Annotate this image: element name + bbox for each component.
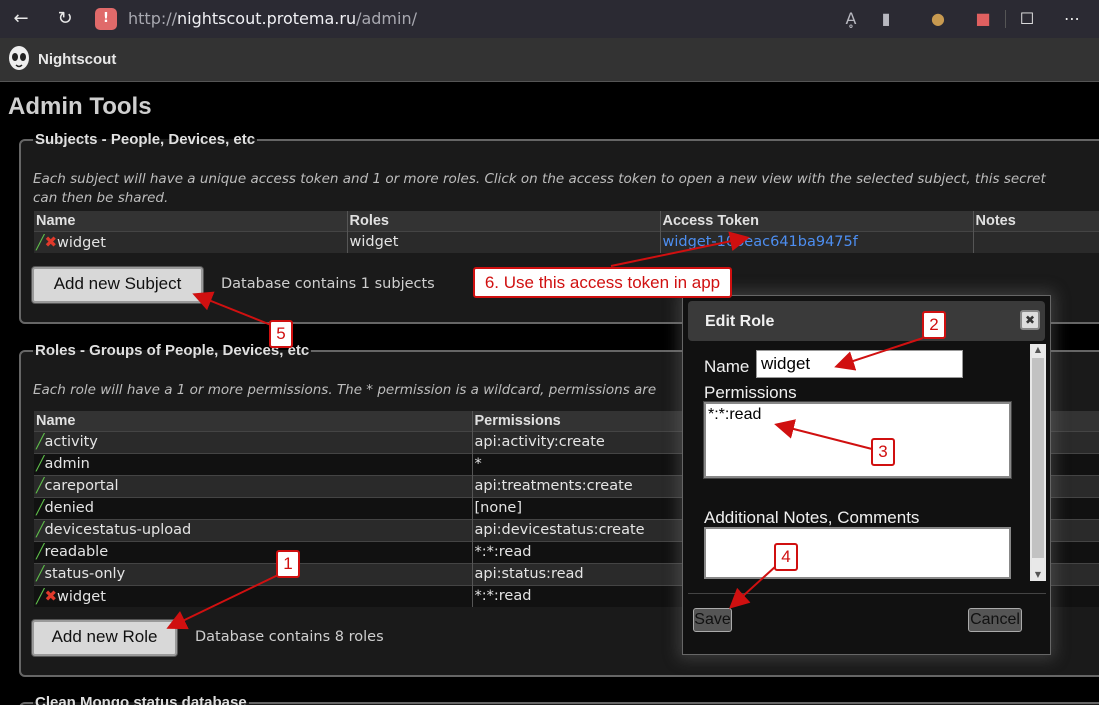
callout-4: 4 xyxy=(774,543,798,571)
dialog-divider xyxy=(688,593,1046,594)
notes-textarea[interactable] xyxy=(704,527,1011,579)
role-name-input[interactable] xyxy=(756,350,963,378)
url-path: /admin/ xyxy=(356,9,417,28)
subject-name: widget xyxy=(57,235,106,252)
add-role-button[interactable]: Add new Role xyxy=(32,620,177,656)
role-name-cell: ╱careportal xyxy=(34,474,473,497)
site-header: Nightscout xyxy=(0,38,1099,82)
scroll-down-icon[interactable]: ▼ xyxy=(1030,569,1046,581)
save-button[interactable]: Save xyxy=(693,608,732,632)
role-name: denied xyxy=(44,500,94,516)
subjects-table: Name Roles Access Token Notes ╱✖widget w… xyxy=(34,211,1099,253)
role-name: widget xyxy=(57,589,106,606)
column-header-name: Name xyxy=(34,211,348,231)
role-name: readable xyxy=(44,544,109,560)
reload-icon[interactable]: ↻ xyxy=(54,8,76,30)
scrollbar-thumb[interactable] xyxy=(1032,358,1044,558)
role-name-cell: ╱✖widget xyxy=(34,584,473,607)
role-name-cell: ╱admin xyxy=(34,452,473,475)
dialog-scrollbar[interactable]: ▲ ▼ xyxy=(1030,344,1046,581)
url-prefix: http:// xyxy=(128,9,178,28)
role-name-cell: ╱readable xyxy=(34,540,473,563)
callout-6: 6. Use this access token in app xyxy=(473,267,732,298)
role-name-cell: ╱activity xyxy=(34,430,473,453)
browser-toolbar: ← ↻ ! http://nightscout.protema.ru/admin… xyxy=(0,0,1099,38)
callout-3: 3 xyxy=(871,438,895,466)
nightscout-logo-icon xyxy=(9,46,29,70)
subject-notes xyxy=(973,230,1099,253)
subject-name-cell: ╱✖widget xyxy=(34,230,348,253)
role-name: status-only xyxy=(44,566,126,582)
subjects-description-line2: can then be shared. xyxy=(33,190,169,206)
subjects-count: Database contains 1 subjects xyxy=(221,276,435,292)
role-name-cell: ╱denied xyxy=(34,496,473,519)
insecure-warning-icon[interactable]: ! xyxy=(95,8,117,30)
permissions-label: Permissions xyxy=(704,383,797,402)
cancel-button[interactable]: Cancel xyxy=(968,608,1022,632)
more-menu-icon[interactable]: ⋯ xyxy=(1061,8,1083,30)
roles-count: Database contains 8 roles xyxy=(195,629,384,645)
subject-token-cell: widget-106eac641ba9475f xyxy=(660,230,974,253)
back-arrow-icon[interactable]: ← xyxy=(10,8,32,30)
role-name-cell: ╱status-only xyxy=(34,562,473,585)
dialog-title: Edit Role xyxy=(705,313,775,330)
cookie-extension-icon[interactable]: ● xyxy=(927,8,949,30)
subjects-legend: Subjects - People, Devices, etc xyxy=(35,131,256,148)
role-name: devicestatus-upload xyxy=(44,522,192,538)
close-icon[interactable]: ✖ xyxy=(1020,310,1040,330)
subjects-header-row: Name Roles Access Token Notes xyxy=(34,211,1099,231)
callout-2: 2 xyxy=(922,311,946,339)
delete-x-icon[interactable]: ✖ xyxy=(44,233,57,251)
callout-5: 5 xyxy=(269,320,293,348)
address-bar[interactable]: http://nightscout.protema.ru/admin/ xyxy=(128,9,417,28)
role-name-cell: ╱devicestatus-upload xyxy=(34,518,473,541)
role-name: activity xyxy=(44,434,98,450)
name-label: Name xyxy=(704,357,750,376)
scroll-up-icon[interactable]: ▲ xyxy=(1030,344,1046,356)
clean-mongo-section: Clean Mongo status database xyxy=(19,694,1099,705)
translate-icon[interactable]: Ḁ xyxy=(840,8,862,30)
clean-mongo-legend: Clean Mongo status database xyxy=(35,694,247,705)
column-header-notes: Notes xyxy=(973,211,1099,231)
access-token-link[interactable]: widget-106eac641ba9475f xyxy=(663,234,858,250)
callout-1: 1 xyxy=(276,550,300,578)
delete-x-icon[interactable]: ✖ xyxy=(44,587,57,605)
bookmark-page-icon[interactable]: ▮ xyxy=(875,8,897,30)
subjects-description-line1: Each subject will have a unique access t… xyxy=(33,171,1046,187)
dialog-titlebar[interactable]: Edit Role xyxy=(688,301,1045,341)
add-subject-button[interactable]: Add new Subject xyxy=(32,267,203,303)
role-name: admin xyxy=(44,456,90,472)
column-header-roles: Roles xyxy=(347,211,661,231)
site-title[interactable]: Nightscout xyxy=(38,51,116,68)
subject-roles: widget xyxy=(347,230,661,253)
column-header-access-token: Access Token xyxy=(660,211,974,231)
permissions-textarea[interactable]: *:*:read xyxy=(703,401,1012,479)
column-header-role-name: Name xyxy=(34,411,473,431)
url-host: nightscout.protema.ru xyxy=(177,9,357,28)
role-name: careportal xyxy=(44,478,119,494)
bookmarks-icon[interactable]: ☐ xyxy=(1016,8,1038,30)
page-title: Admin Tools xyxy=(8,93,152,120)
table-row: ╱✖widget widget widget-106eac641ba9475f xyxy=(34,230,1099,253)
edit-role-dialog: Edit Role ✖ Name Permissions *:*:read Ad… xyxy=(682,295,1051,655)
extension-icon[interactable]: ■ xyxy=(972,8,994,30)
notes-label: Additional Notes, Comments xyxy=(704,508,920,527)
toolbar-separator xyxy=(1005,10,1006,28)
